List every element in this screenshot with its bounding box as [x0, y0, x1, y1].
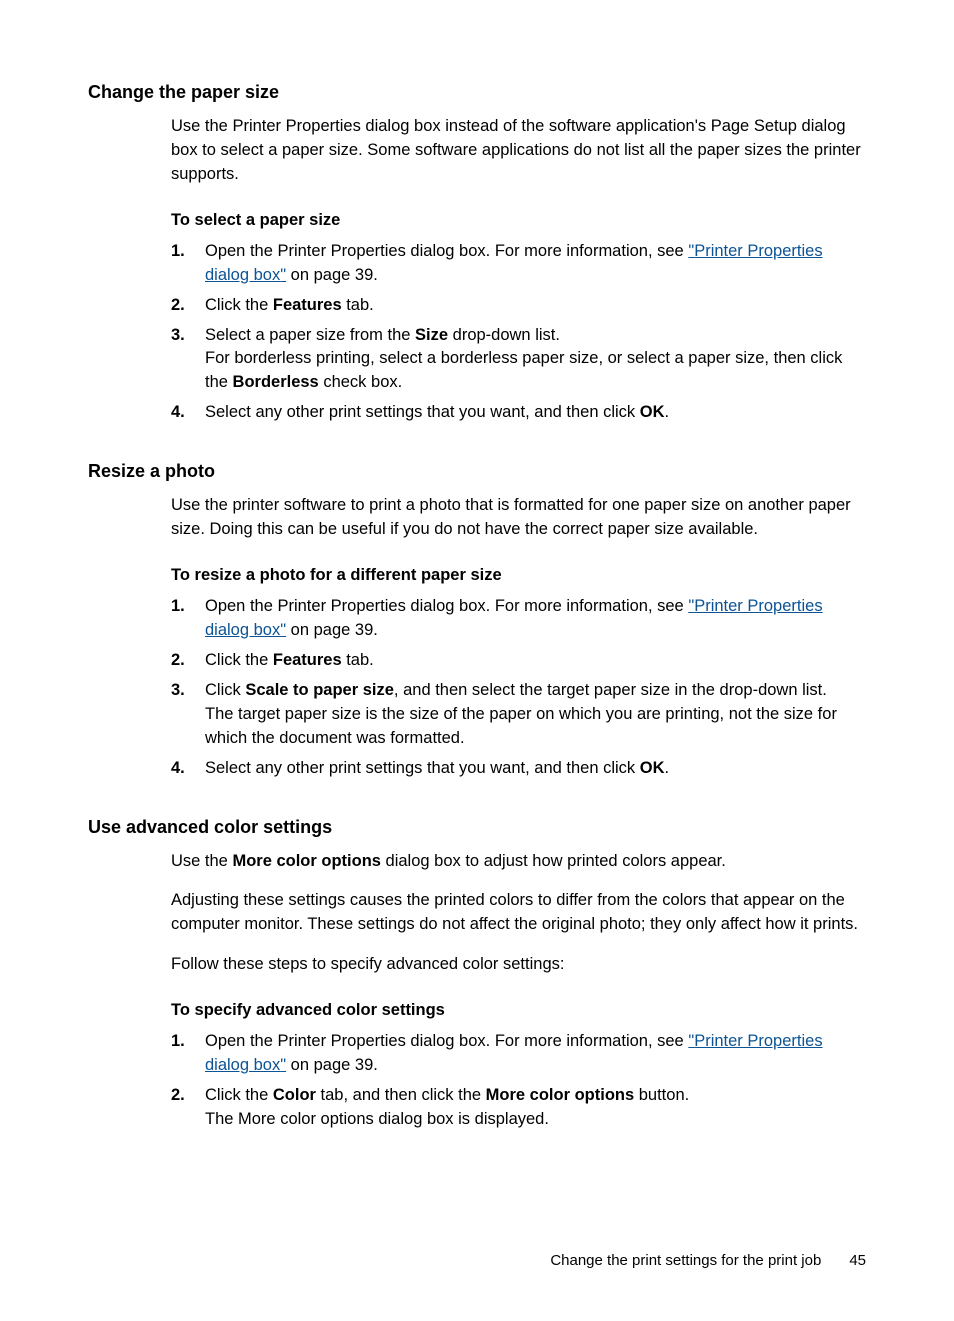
- list-item: 1. Open the Printer Properties dialog bo…: [171, 1030, 866, 1078]
- step-number: 4.: [171, 401, 205, 425]
- footer-text: Change the print settings for the print …: [550, 1252, 821, 1269]
- step-content: Open the Printer Properties dialog box. …: [205, 1030, 866, 1078]
- list-item: 4. Select any other print settings that …: [171, 401, 866, 425]
- step-content: Click the Color tab, and then click the …: [205, 1084, 866, 1132]
- step-number: 3.: [171, 679, 205, 751]
- list-item: 3. Select a paper size from the Size dro…: [171, 324, 866, 396]
- section-advanced-color: Use advanced color settings Use the More…: [88, 817, 866, 1132]
- subheading-advanced-color: To specify advanced color settings: [171, 1001, 866, 1020]
- list-item: 2. Click the Color tab, and then click t…: [171, 1084, 866, 1132]
- subheading-select-paper-size: To select a paper size: [171, 211, 866, 230]
- steps-list: 1. Open the Printer Properties dialog bo…: [171, 1030, 866, 1132]
- list-item: 2. Click the Features tab.: [171, 649, 866, 673]
- step-number: 1.: [171, 595, 205, 643]
- step-number: 4.: [171, 757, 205, 781]
- list-item: 1. Open the Printer Properties dialog bo…: [171, 595, 866, 643]
- step-number: 1.: [171, 240, 205, 288]
- list-item: 4. Select any other print settings that …: [171, 757, 866, 781]
- heading-advanced-color: Use advanced color settings: [88, 817, 866, 838]
- page-content: Change the paper size Use the Printer Pr…: [0, 0, 954, 1132]
- page-number: 45: [849, 1252, 866, 1269]
- subheading-resize-photo: To resize a photo for a different paper …: [171, 566, 866, 585]
- steps-list: 1. Open the Printer Properties dialog bo…: [171, 240, 866, 425]
- step-number: 1.: [171, 1030, 205, 1078]
- intro-paragraph: Use the More color options dialog box to…: [171, 850, 866, 874]
- step-content: Click the Features tab.: [205, 649, 866, 673]
- list-item: 2. Click the Features tab.: [171, 294, 866, 318]
- list-item: 3. Click Scale to paper size, and then s…: [171, 679, 866, 751]
- list-item: 1. Open the Printer Properties dialog bo…: [171, 240, 866, 288]
- step-content: Open the Printer Properties dialog box. …: [205, 240, 866, 288]
- section-resize-photo: Resize a photo Use the printer software …: [88, 461, 866, 780]
- step-content: Click Scale to paper size, and then sele…: [205, 679, 866, 751]
- step-number: 2.: [171, 294, 205, 318]
- page-footer: Change the print settings for the print …: [550, 1252, 866, 1269]
- step-number: 2.: [171, 1084, 205, 1132]
- step-content: Select any other print settings that you…: [205, 757, 866, 781]
- paragraph: Adjusting these settings causes the prin…: [171, 889, 866, 937]
- step-content: Select any other print settings that you…: [205, 401, 866, 425]
- paragraph: Follow these steps to specify advanced c…: [171, 953, 866, 977]
- section-change-paper-size: Change the paper size Use the Printer Pr…: [88, 82, 866, 425]
- heading-resize-photo: Resize a photo: [88, 461, 866, 482]
- heading-change-paper-size: Change the paper size: [88, 82, 866, 103]
- intro-paragraph: Use the Printer Properties dialog box in…: [171, 115, 866, 187]
- step-content: Select a paper size from the Size drop-d…: [205, 324, 866, 396]
- step-number: 2.: [171, 649, 205, 673]
- step-content: Open the Printer Properties dialog box. …: [205, 595, 866, 643]
- steps-list: 1. Open the Printer Properties dialog bo…: [171, 595, 866, 780]
- intro-paragraph: Use the printer software to print a phot…: [171, 494, 866, 542]
- step-number: 3.: [171, 324, 205, 396]
- step-content: Click the Features tab.: [205, 294, 866, 318]
